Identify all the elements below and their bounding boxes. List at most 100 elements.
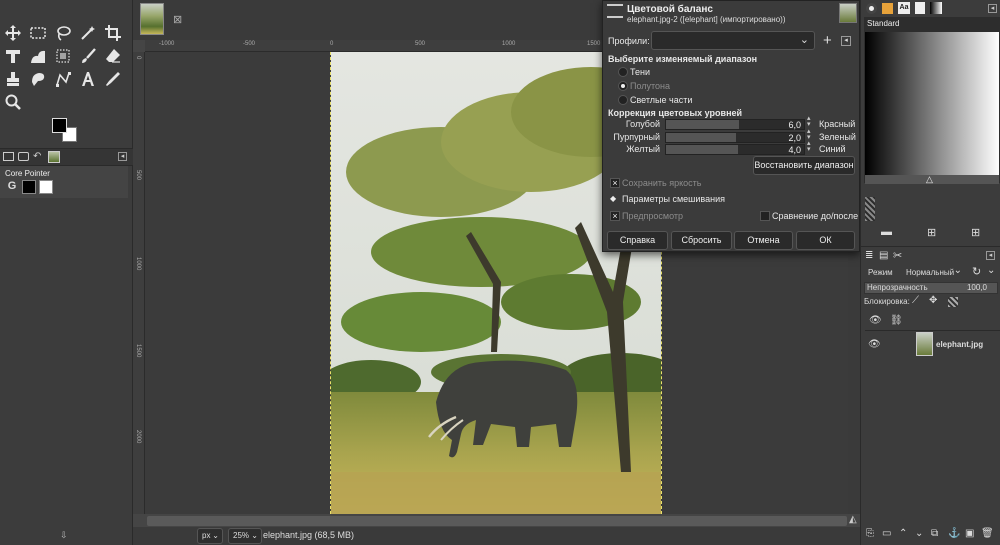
mask-icon[interactable]: ▣ bbox=[965, 528, 974, 539]
undo-history-tab-icon[interactable]: ↶ bbox=[33, 151, 41, 162]
slider-left-label: Голубой bbox=[625, 119, 660, 129]
lock-position-icon[interactable]: ✥ bbox=[929, 295, 937, 306]
unit-select[interactable]: px ⌄ bbox=[197, 528, 223, 544]
range-radio-highlights[interactable] bbox=[618, 95, 628, 105]
visibility-header-icon: 👁 bbox=[869, 315, 882, 326]
switch-mode-icon[interactable]: ↻ bbox=[972, 265, 981, 278]
fonts-tab-icon[interactable]: Aa bbox=[898, 2, 910, 14]
warp-icon[interactable] bbox=[27, 45, 49, 67]
preserve-luminosity-checkbox[interactable]: × bbox=[610, 178, 620, 188]
ruler-label: 500 bbox=[135, 170, 141, 181]
clone-icon[interactable] bbox=[2, 68, 24, 90]
lock-pixels-icon[interactable]: ⟋ bbox=[912, 295, 919, 306]
dock-menu-icon[interactable]: ◂ bbox=[988, 4, 997, 13]
magenta-green-slider[interactable]: 2,0 bbox=[665, 132, 805, 143]
move-tool-icon[interactable] bbox=[2, 22, 24, 44]
mode-select[interactable]: Нормальный ⌄ bbox=[900, 265, 964, 280]
lower-layer-icon[interactable]: ⌄ bbox=[915, 528, 923, 539]
help-button[interactable]: Справка bbox=[607, 231, 668, 250]
images-tab-icon[interactable] bbox=[48, 151, 60, 163]
smudge-icon[interactable] bbox=[27, 68, 49, 90]
device-status-tab-icon[interactable] bbox=[3, 152, 14, 161]
image-tab-thumbnail[interactable] bbox=[140, 3, 164, 35]
layer-visibility-icon[interactable]: 👁 bbox=[868, 339, 881, 350]
chevron-down-icon: ⌄ bbox=[212, 531, 219, 540]
lock-alpha-icon[interactable] bbox=[948, 297, 958, 307]
gradient-preview bbox=[865, 32, 999, 175]
delete-layer-icon[interactable]: 🗑 bbox=[981, 528, 994, 539]
grid-icon[interactable]: ⊞ bbox=[971, 226, 980, 239]
reset-button[interactable]: Сбросить bbox=[671, 231, 732, 250]
layers-tab-icon[interactable]: ≣ bbox=[865, 250, 873, 261]
layers-bottom-toolbar: ⎘ ▭ ⌃ ⌄ ⧉ ⚓ ▣ 🗑 bbox=[860, 526, 1000, 545]
color-picker-icon[interactable] bbox=[102, 68, 124, 90]
yellow-blue-slider[interactable]: 4,0 bbox=[665, 144, 805, 155]
zoom-value: 25% bbox=[233, 531, 250, 540]
rect-select-icon[interactable] bbox=[27, 22, 49, 44]
reset-range-button[interactable]: Восстановить диапазон bbox=[753, 156, 855, 175]
fuzzy-select-icon[interactable] bbox=[77, 22, 99, 44]
lasso-icon[interactable] bbox=[52, 22, 74, 44]
range-label-shadows: Тени bbox=[630, 67, 650, 77]
new-layer-icon[interactable]: ⎘ bbox=[866, 528, 874, 539]
add-icon[interactable]: ⊞ bbox=[927, 226, 936, 239]
zoom-icon[interactable] bbox=[2, 91, 24, 113]
blend-options-expander[interactable]: Параметры смешивания bbox=[622, 194, 725, 204]
dialog-title: Цветовой баланс bbox=[627, 4, 713, 15]
cyan-red-slider[interactable]: 6,0 bbox=[665, 119, 805, 130]
documents-tab-icon[interactable] bbox=[915, 2, 925, 14]
brushes-tab-icon[interactable] bbox=[866, 3, 877, 14]
new-group-icon[interactable]: ▭ bbox=[882, 528, 891, 539]
device-status-panel: Core Pointer G bbox=[0, 166, 128, 198]
transform-icon[interactable] bbox=[2, 45, 24, 67]
close-tab-icon[interactable]: ⊠ bbox=[173, 13, 182, 26]
foreground-color-swatch[interactable] bbox=[52, 118, 67, 133]
paths-tab-icon[interactable]: ✂ bbox=[893, 249, 902, 262]
profile-menu-icon[interactable]: ◂ bbox=[841, 36, 851, 46]
layer-row[interactable]: 👁 elephant.jpg bbox=[865, 330, 1000, 360]
gradient-name: Standard bbox=[867, 19, 900, 28]
opacity-slider[interactable]: Непрозрачность 100,0 bbox=[864, 282, 998, 294]
split-view-checkbox[interactable] bbox=[760, 211, 770, 221]
raise-layer-icon[interactable]: ⌃ bbox=[899, 528, 907, 539]
cage-icon[interactable] bbox=[52, 45, 74, 67]
patterns-tab-icon[interactable] bbox=[882, 3, 893, 14]
dock-menu-icon[interactable]: ◂ bbox=[986, 251, 995, 260]
ruler-label: 0 bbox=[135, 56, 141, 60]
profiles-combo[interactable]: ⌄ bbox=[651, 31, 815, 50]
gradients-tab-icon[interactable] bbox=[930, 2, 942, 14]
channels-tab-icon[interactable]: ▤ bbox=[879, 250, 888, 261]
layer-thumbnail bbox=[916, 332, 933, 356]
path-icon[interactable] bbox=[52, 68, 74, 90]
anchor-icon[interactable]: ⚓ bbox=[948, 528, 960, 539]
gimp-window: ↶ ◂ Core Pointer G ⇩ ⊠ -1000 -500 0 500 … bbox=[0, 0, 1000, 545]
range-heading: Выберите изменяемый диапазон bbox=[608, 54, 758, 64]
chevron-down-icon[interactable]: ⌄ bbox=[987, 265, 995, 276]
ok-button[interactable]: ОК bbox=[796, 231, 855, 250]
expander-icon[interactable]: ◆ bbox=[610, 194, 616, 203]
paintbrush-icon[interactable] bbox=[77, 45, 99, 67]
horizontal-scrollbar[interactable] bbox=[147, 516, 847, 526]
eraser-icon[interactable] bbox=[102, 45, 124, 67]
zoom-select[interactable]: 25% ⌄ bbox=[228, 528, 262, 544]
range-radio-shadows[interactable] bbox=[618, 67, 628, 77]
add-profile-icon[interactable]: + bbox=[823, 32, 832, 49]
text-icon[interactable] bbox=[77, 68, 99, 90]
cancel-button[interactable]: Отмена bbox=[734, 231, 793, 250]
spin-arrows-icon[interactable]: ▴ ▾ bbox=[807, 140, 811, 153]
navigate-icon[interactable]: ◭ bbox=[849, 514, 857, 525]
tool-options-tab-icon[interactable] bbox=[18, 152, 29, 161]
remove-icon[interactable]: ▬ bbox=[881, 226, 892, 238]
gradient-stop-icon[interactable]: △ bbox=[926, 174, 933, 185]
color-balance-icon bbox=[607, 4, 623, 18]
preview-checkbox[interactable]: × bbox=[610, 211, 620, 221]
dock-menu-icon[interactable]: ◂ bbox=[118, 152, 127, 161]
export-icon[interactable]: ⇩ bbox=[60, 530, 68, 541]
duplicate-layer-icon[interactable]: ⧉ bbox=[931, 528, 938, 539]
spin-arrows-icon[interactable]: ▴ ▾ bbox=[807, 115, 811, 128]
range-radio-midtones[interactable] bbox=[618, 81, 628, 91]
crop-icon[interactable] bbox=[102, 22, 124, 44]
slider-value: 6,0 bbox=[788, 120, 801, 130]
ruler-label: 0 bbox=[330, 41, 334, 47]
gradient-slider[interactable]: △ bbox=[865, 174, 999, 185]
